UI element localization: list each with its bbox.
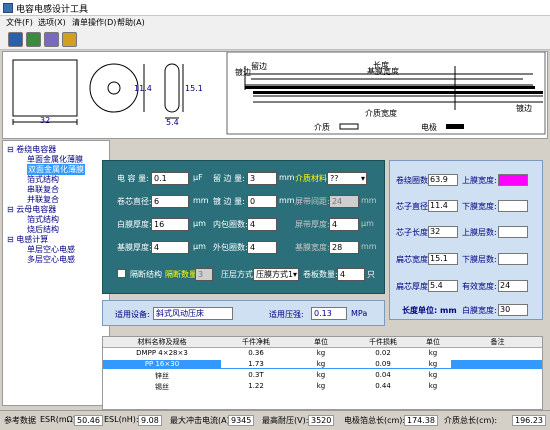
flat-width-value: 15.1 bbox=[428, 253, 458, 265]
split-count-input[interactable]: 3 bbox=[195, 268, 213, 281]
max-voltage-value: 3520 bbox=[308, 415, 335, 426]
electrode-swatch bbox=[446, 124, 464, 129]
dim-height: 11.4 bbox=[134, 84, 152, 93]
white-thick-input[interactable]: 16 bbox=[151, 218, 189, 231]
base-thick-input[interactable]: 4 bbox=[151, 241, 189, 254]
legend-dielectric: 介质 bbox=[314, 123, 330, 132]
table-row[interactable]: PP 16×30 1.73 kg 0.09 kg bbox=[103, 360, 542, 369]
table-row[interactable]: DMPP 4×28×3 0.36 kg 0.02 kg bbox=[103, 349, 542, 358]
calculator-icon[interactable] bbox=[26, 32, 41, 47]
parameter-panel: 电 容 量: 0.1 μF 留 边 量: 3 mm 介质材料: ?? ▾ 卷芯直径… bbox=[102, 160, 385, 294]
pressure-input[interactable]: 0.13 bbox=[311, 307, 347, 320]
label-core-dia: 卷芯直径: bbox=[117, 197, 152, 206]
dim-height-flat: 15.1 bbox=[185, 84, 203, 93]
table-row[interactable]: 锡丝 1.22 kg 0.44 kg bbox=[103, 382, 542, 391]
capacitance-input[interactable]: 0.1 bbox=[151, 172, 189, 185]
label-base-width: 基膜宽度: bbox=[295, 243, 330, 252]
bottom-layers-value bbox=[498, 253, 528, 265]
window-title: 电容电感设计工具 bbox=[16, 5, 89, 15]
category-tree: ⊟ 卷绕电容器 单面金属化薄膜 双面金属化薄膜 箔式结构 串联复合 并联复合 ⊟… bbox=[2, 140, 110, 406]
label-dielectric-width: 介质宽度 bbox=[365, 109, 397, 118]
label-edge-amt: 镀 边 量: bbox=[213, 197, 245, 206]
flat-core-view bbox=[164, 63, 180, 113]
inner-turns-input[interactable]: 4 bbox=[247, 218, 277, 231]
menu-options[interactable]: 选项(X) bbox=[38, 17, 66, 28]
tree-item-multi-inductor[interactable]: 多层空心电感 bbox=[27, 254, 75, 265]
label-screen-thick: 屏带厚度: bbox=[295, 220, 330, 229]
results-panel: 卷绕圈数: 63.9 上膜宽度: 芯子直径: 11.4 下膜宽度: 芯子长度: … bbox=[389, 160, 543, 320]
label-split: 隔断结构 bbox=[130, 270, 162, 279]
core-dia-value: 11.4 bbox=[428, 200, 458, 212]
capacitor-diagram bbox=[12, 52, 546, 135]
table-header: 材料名称及规格 千件净耗 单位 千件损耗 单位 备注 bbox=[103, 337, 542, 348]
menu-file[interactable]: 文件(F) bbox=[6, 17, 33, 28]
title-bar: 电容电感设计工具 bbox=[0, 0, 550, 16]
label-dielectric: 介质材料: bbox=[295, 174, 330, 183]
dielectric-length-value: 196.23 bbox=[512, 415, 546, 426]
label-white-thick: 白膜厚度: bbox=[117, 220, 152, 229]
bottom-width-value bbox=[498, 200, 528, 212]
eff-width-value: 24 bbox=[498, 280, 528, 292]
core-len-value: 32 bbox=[428, 226, 458, 238]
esl-value: 9.08 bbox=[138, 415, 162, 426]
layer-count-input[interactable]: 4 bbox=[337, 268, 365, 281]
label-capacitance: 电 容 量: bbox=[117, 174, 149, 183]
top-width-value bbox=[498, 174, 528, 186]
label-margin: 留边 bbox=[251, 62, 267, 71]
device-bar: 适用设备: 斜式风动压床 适用压强: 0.13 MPa bbox=[102, 300, 385, 326]
screen-thick-input[interactable]: 4 bbox=[329, 218, 359, 231]
flat-thick-value: 5.4 bbox=[428, 280, 458, 292]
top-layers-value bbox=[498, 226, 528, 238]
menu-list[interactable]: 清单操作(D) bbox=[72, 17, 116, 28]
label-offset: 屏带间距: bbox=[295, 197, 330, 206]
dim-width: 32 bbox=[40, 116, 51, 125]
menu-help[interactable]: 帮助(A) bbox=[117, 17, 145, 28]
white-width-value: 30 bbox=[498, 304, 528, 316]
label-press: 压层方式: bbox=[221, 270, 256, 279]
device-input[interactable]: 斜式风动压床 bbox=[153, 307, 233, 320]
max-current-value: 9345 bbox=[228, 415, 255, 426]
label-pressure: 适用压强: bbox=[269, 310, 304, 319]
split-checkbox[interactable] bbox=[117, 269, 126, 278]
press-select[interactable]: 压膜方式1 ▾ bbox=[253, 268, 299, 281]
dielectric-select[interactable]: ?? ▾ bbox=[327, 172, 367, 185]
label-inner-turns: 内包圈数: bbox=[213, 220, 248, 229]
label-device: 适用设备: bbox=[115, 310, 150, 319]
electrode-length-value: 174.38 bbox=[404, 415, 438, 426]
app-icon bbox=[3, 3, 13, 13]
unit-label: 长度单位: mm bbox=[402, 306, 457, 315]
table-row[interactable]: 锌丝 0.3T kg 0.04 kg bbox=[103, 371, 542, 380]
save-icon[interactable] bbox=[8, 32, 23, 47]
label-plating: 镀边 bbox=[235, 68, 251, 77]
settings-icon[interactable] bbox=[62, 32, 77, 47]
offset-input[interactable]: 24 bbox=[329, 195, 359, 208]
label-margin: 留 边 量: bbox=[213, 174, 245, 183]
label-base-width: 基膜宽度 bbox=[367, 67, 399, 76]
turns-value: 63.9 bbox=[428, 174, 458, 186]
dielectric-swatch bbox=[339, 123, 359, 130]
label-outer-turns: 外包圈数: bbox=[213, 243, 248, 252]
status-bar: 参考数据 ESR(mΩ) 50.46 ESL(nH): 9.08 最大冲击电流(… bbox=[0, 410, 550, 430]
edge-input[interactable]: 0 bbox=[247, 195, 277, 208]
chart-icon[interactable] bbox=[44, 32, 59, 47]
status-ref-label: 参考数据 bbox=[4, 416, 36, 425]
materials-table: 材料名称及规格 千件净耗 单位 千件损耗 单位 备注 DMPP 4×28×3 0… bbox=[102, 336, 543, 410]
menu-bar: 文件(F) 选项(X) 清单操作(D) 帮助(A) bbox=[0, 16, 550, 30]
esr-value: 50.46 bbox=[74, 415, 103, 426]
base-width-input[interactable]: 28 bbox=[329, 241, 359, 254]
toolbar bbox=[0, 30, 550, 50]
core-side-view bbox=[12, 59, 78, 117]
legend-electrode: 电极 bbox=[421, 123, 437, 132]
margin-input[interactable]: 3 bbox=[247, 172, 277, 185]
label-edge: 镀边 bbox=[516, 104, 532, 113]
label-layers: 卷板数量: bbox=[303, 270, 338, 279]
core-dia-input[interactable]: 6 bbox=[151, 195, 189, 208]
outer-turns-input[interactable]: 4 bbox=[247, 241, 277, 254]
diagram-panel: 32 11.4 15.1 5.4 留边 镀边 长度 基膜宽度 介质宽度 镀边 介… bbox=[2, 51, 548, 139]
dim-width-flat: 5.4 bbox=[166, 118, 179, 127]
label-base-thick: 基膜厚度: bbox=[117, 243, 152, 252]
